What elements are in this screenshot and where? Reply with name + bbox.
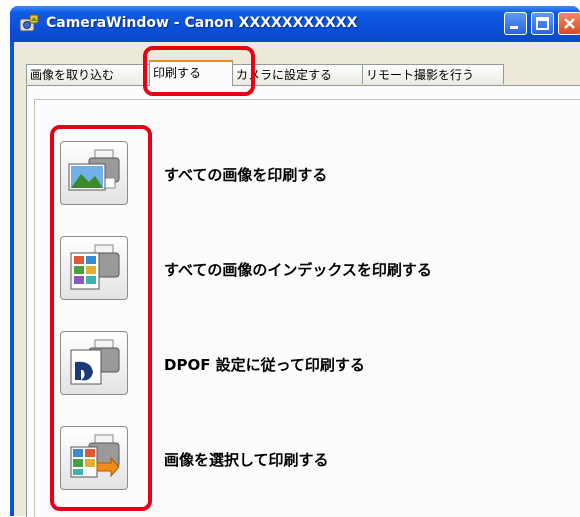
minimize-icon (510, 26, 518, 29)
title-bar[interactable]: CameraWindow - Canon XXXXXXXXXXX (10, 6, 580, 42)
print-index-label: すべての画像のインデックスを印刷する (164, 261, 432, 279)
print-all-images-label: すべての画像を印刷する (164, 166, 328, 184)
tab-print[interactable]: 印刷する (149, 60, 233, 86)
maximize-icon (536, 17, 549, 30)
tab-remote-shooting[interactable]: リモート撮影を行う (362, 64, 504, 84)
close-icon (564, 18, 575, 29)
window-title: CameraWindow - Canon XXXXXXXXXXX (46, 15, 358, 31)
maximize-button[interactable] (531, 12, 554, 35)
minimize-button[interactable] (504, 12, 527, 35)
tab-import-images[interactable]: 画像を取り込む (26, 64, 150, 84)
dpof-print-label: DPOF 設定に従って印刷する (164, 356, 365, 374)
close-button[interactable] (558, 12, 580, 35)
camera-window-app-icon (19, 14, 39, 32)
action-buttons-highlight (50, 125, 152, 511)
print-selected-images-label: 画像を選択して印刷する (164, 451, 329, 469)
